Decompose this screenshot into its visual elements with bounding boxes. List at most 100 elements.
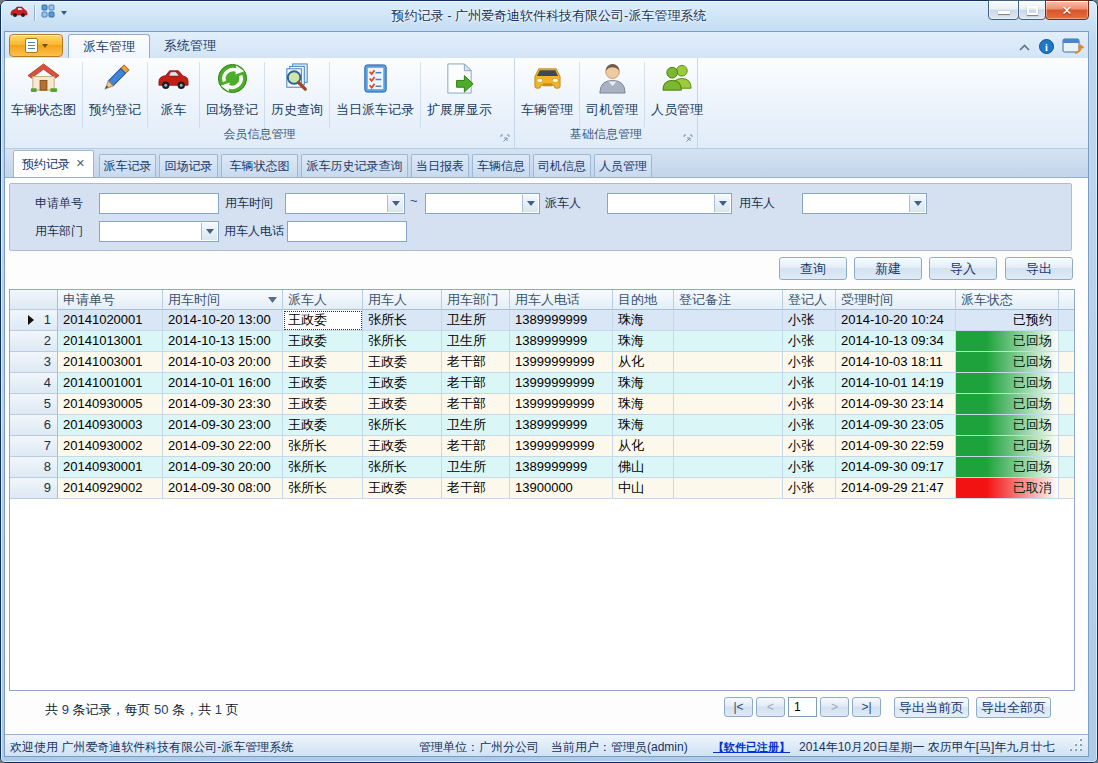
column-header-用车时间[interactable]: 用车时间 <box>163 290 283 310</box>
cell-用车部门[interactable]: 老干部 <box>442 373 510 394</box>
cell-受理时间[interactable]: 2014-10-20 10:24 <box>836 310 956 331</box>
collapse-ribbon-icon[interactable] <box>1018 40 1031 55</box>
cell-用车时间[interactable]: 2014-10-03 20:00 <box>163 352 283 373</box>
cell-用车人[interactable]: 张所长 <box>363 415 442 436</box>
doc-tab-当日报表[interactable]: 当日报表 <box>411 154 469 177</box>
cell-登记人[interactable]: 小张 <box>783 310 836 331</box>
cell-登记备注[interactable] <box>674 394 783 415</box>
doc-tab-车辆状态图[interactable]: 车辆状态图 <box>221 154 298 177</box>
cell-用车部门[interactable]: 老干部 <box>442 394 510 415</box>
row-header[interactable]: 4 <box>10 373 58 394</box>
cell-用车时间[interactable]: 2014-09-30 22:00 <box>163 436 283 457</box>
cell-登记人[interactable]: 小张 <box>783 331 836 352</box>
grid-row-4[interactable]: 4201410010012014-10-01 16:00王政委王政委老干部139… <box>10 373 1074 394</box>
row-header[interactable]: 6 <box>10 415 58 436</box>
cell-用车人[interactable]: 王政委 <box>363 394 442 415</box>
cell-申请单号[interactable]: 20140930002 <box>58 436 163 457</box>
grid-row-5[interactable]: 5201409300052014-09-30 23:30王政委王政委老干部139… <box>10 394 1074 415</box>
cell-登记备注[interactable] <box>674 478 783 499</box>
close-button[interactable]: ✕ <box>1045 0 1089 20</box>
cell-登记备注[interactable] <box>674 373 783 394</box>
cell-申请单号[interactable]: 20140930005 <box>58 394 163 415</box>
cell-登记备注[interactable] <box>674 352 783 373</box>
cell-用车部门[interactable]: 卫生所 <box>442 415 510 436</box>
cell-用车人电话[interactable]: 1389999999 <box>510 457 613 478</box>
cell-用车人[interactable]: 王政委 <box>363 352 442 373</box>
ribbon-item-车辆管理[interactable]: 车辆管理 <box>515 62 580 128</box>
ribbon-item-人员管理[interactable]: 人员管理 <box>645 62 709 128</box>
statusbar-register-link[interactable]: 【软件已注册】 <box>713 740 790 755</box>
group-dialog-launcher-icon[interactable] <box>683 132 693 142</box>
cell-申请单号[interactable]: 20140929002 <box>58 478 163 499</box>
cell-派车人[interactable]: 张所长 <box>283 478 363 499</box>
grid-row-6[interactable]: 6201409300032014-09-30 23:00王政委张所长卫生所138… <box>10 415 1074 436</box>
cell-用车人[interactable]: 张所长 <box>363 457 442 478</box>
cell-登记人[interactable]: 小张 <box>783 352 836 373</box>
cell-用车部门[interactable]: 老干部 <box>442 352 510 373</box>
cell-登记备注[interactable] <box>674 331 783 352</box>
filter-dropdown-icon[interactable] <box>266 294 279 306</box>
column-header-登记人[interactable]: 登记人 <box>783 290 836 310</box>
use-time-to-select[interactable] <box>425 193 540 214</box>
resize-grip[interactable] <box>1070 739 1084 753</box>
cell-受理时间[interactable]: 2014-09-30 23:14 <box>836 394 956 415</box>
row-header[interactable]: 1 <box>10 310 58 331</box>
doc-tab-派车历史记录查询[interactable]: 派车历史记录查询 <box>301 154 408 177</box>
cell-目的地[interactable]: 从化 <box>613 352 674 373</box>
restore-button[interactable] <box>1018 0 1046 20</box>
import-button[interactable]: 导入 <box>929 257 997 280</box>
row-header[interactable]: 2 <box>10 331 58 352</box>
ribbon-item-历史查询[interactable]: 历史查询 <box>265 62 330 128</box>
grid-row-1[interactable]: 1201410200012014-10-20 13:00王政委张所长卫生所138… <box>10 310 1074 331</box>
ribbon-item-车辆状态图[interactable]: 车辆状态图 <box>5 62 83 128</box>
cell-用车部门[interactable]: 老干部 <box>442 478 510 499</box>
ribbon-item-预约登记[interactable]: 预约登记 <box>83 62 148 128</box>
dropdown-button-icon[interactable] <box>201 223 217 240</box>
cell-申请单号[interactable]: 20141013001 <box>58 331 163 352</box>
export-all-pages-button[interactable]: 导出全部页 <box>976 697 1051 718</box>
cell-申请单号[interactable]: 20141003001 <box>58 352 163 373</box>
dispatcher-select[interactable] <box>607 193 732 214</box>
cell-受理时间[interactable]: 2014-09-30 09:17 <box>836 457 956 478</box>
column-header-用车人电话[interactable]: 用车人电话 <box>510 290 613 310</box>
export-button[interactable]: 导出 <box>1005 257 1073 280</box>
column-header-目的地[interactable]: 目的地 <box>613 290 674 310</box>
column-header-用车人[interactable]: 用车人 <box>363 290 442 310</box>
cell-用车人[interactable]: 王政委 <box>363 478 442 499</box>
cell-派车人[interactable]: 王政委 <box>283 331 363 352</box>
cell-目的地[interactable]: 珠海 <box>613 415 674 436</box>
group-dialog-launcher-icon[interactable] <box>500 132 510 142</box>
cell-受理时间[interactable]: 2014-09-29 21:47 <box>836 478 956 499</box>
cell-用车部门[interactable]: 老干部 <box>442 436 510 457</box>
cell-派车状态[interactable]: 已回场 <box>956 373 1059 394</box>
cell-用车人电话[interactable]: 13999999999 <box>510 394 613 415</box>
grid-row-8[interactable]: 8201409300012014-09-30 20:00张所长张所长卫生所138… <box>10 457 1074 478</box>
grid-row-3[interactable]: 3201410030012014-10-03 20:00王政委王政委老干部139… <box>10 352 1074 373</box>
ribbon-tab-dispatch[interactable]: 派车管理 <box>68 34 150 58</box>
cell-受理时间[interactable]: 2014-09-30 22:59 <box>836 436 956 457</box>
column-header-申请单号[interactable]: 申请单号 <box>58 290 163 310</box>
export-current-page-button[interactable]: 导出当前页 <box>894 697 969 718</box>
dropdown-button-icon[interactable] <box>522 195 538 212</box>
column-header-登记备注[interactable]: 登记备注 <box>674 290 783 310</box>
cell-受理时间[interactable]: 2014-10-03 18:11 <box>836 352 956 373</box>
switch-window-icon[interactable] <box>1062 37 1084 58</box>
department-select[interactable] <box>99 221 219 242</box>
cell-登记人[interactable]: 小张 <box>783 394 836 415</box>
column-header-受理时间[interactable]: 受理时间 <box>836 290 956 310</box>
info-icon[interactable]: i <box>1039 39 1054 57</box>
application-menu-button[interactable] <box>9 34 63 57</box>
cell-目的地[interactable]: 珠海 <box>613 394 674 415</box>
tab-close-icon[interactable]: ✕ <box>76 157 85 169</box>
column-header-派车状态[interactable]: 派车状态 <box>956 290 1059 310</box>
column-header-派车人[interactable]: 派车人 <box>283 290 363 310</box>
cell-申请单号[interactable]: 20141001001 <box>58 373 163 394</box>
cell-派车人[interactable]: 王政委 <box>283 415 363 436</box>
cell-用车部门[interactable]: 卫生所 <box>442 310 510 331</box>
cell-登记人[interactable]: 小张 <box>783 457 836 478</box>
dropdown-button-icon[interactable] <box>387 195 403 212</box>
cell-派车状态[interactable]: 已回场 <box>956 457 1059 478</box>
use-time-from-select[interactable] <box>285 193 405 214</box>
cell-派车人[interactable]: 王政委 <box>283 310 363 331</box>
page-number-input[interactable]: 1 <box>788 697 817 717</box>
